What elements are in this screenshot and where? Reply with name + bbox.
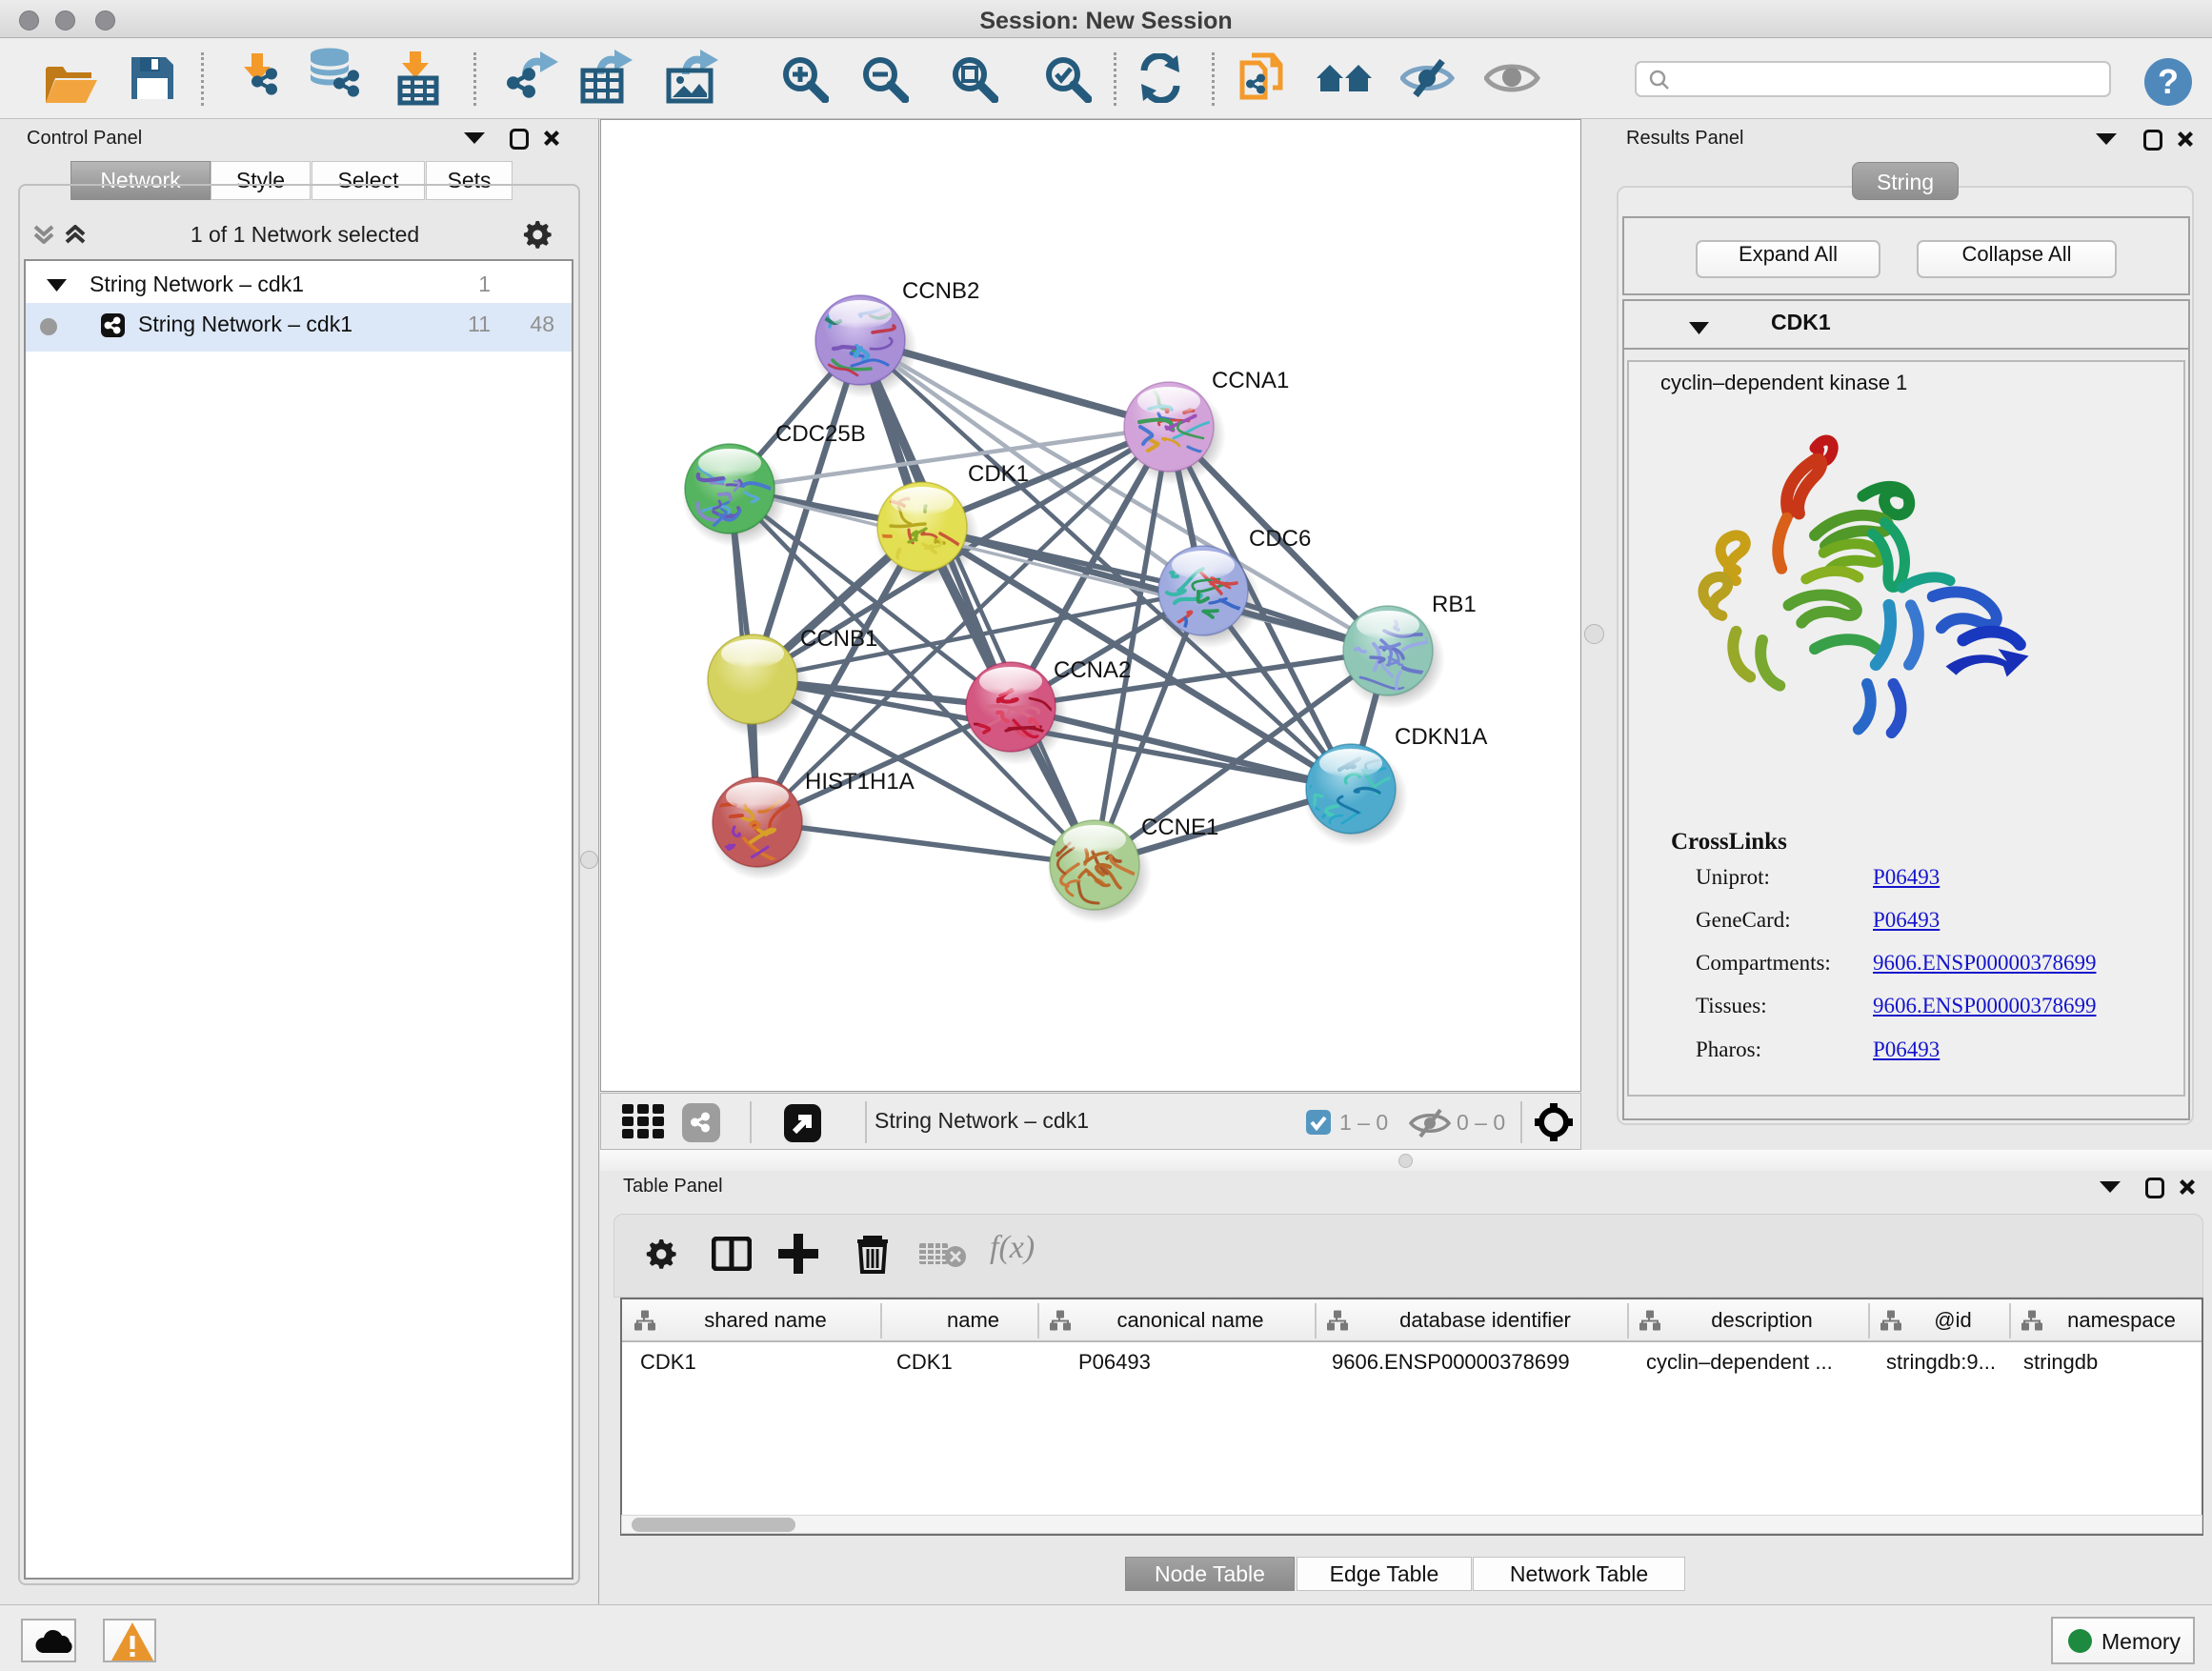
svg-text:HIST1H1A: HIST1H1A	[805, 769, 915, 795]
svg-text:RB1: RB1	[1432, 592, 1477, 617]
svg-text:CCNB2: CCNB2	[902, 278, 979, 304]
svg-text:CCNA1: CCNA1	[1212, 368, 1289, 393]
svg-text:CCNA2: CCNA2	[1054, 657, 1131, 683]
svg-text:CDC6: CDC6	[1249, 526, 1311, 552]
svg-text:CCNB1: CCNB1	[800, 626, 877, 652]
svg-text:CDK1: CDK1	[968, 461, 1029, 487]
svg-text:CDKN1A: CDKN1A	[1395, 724, 1487, 750]
svg-text:CCNE1: CCNE1	[1141, 815, 1218, 840]
svg-text:CDC25B: CDC25B	[775, 421, 866, 447]
svg-text:?: ?	[2158, 62, 2179, 101]
